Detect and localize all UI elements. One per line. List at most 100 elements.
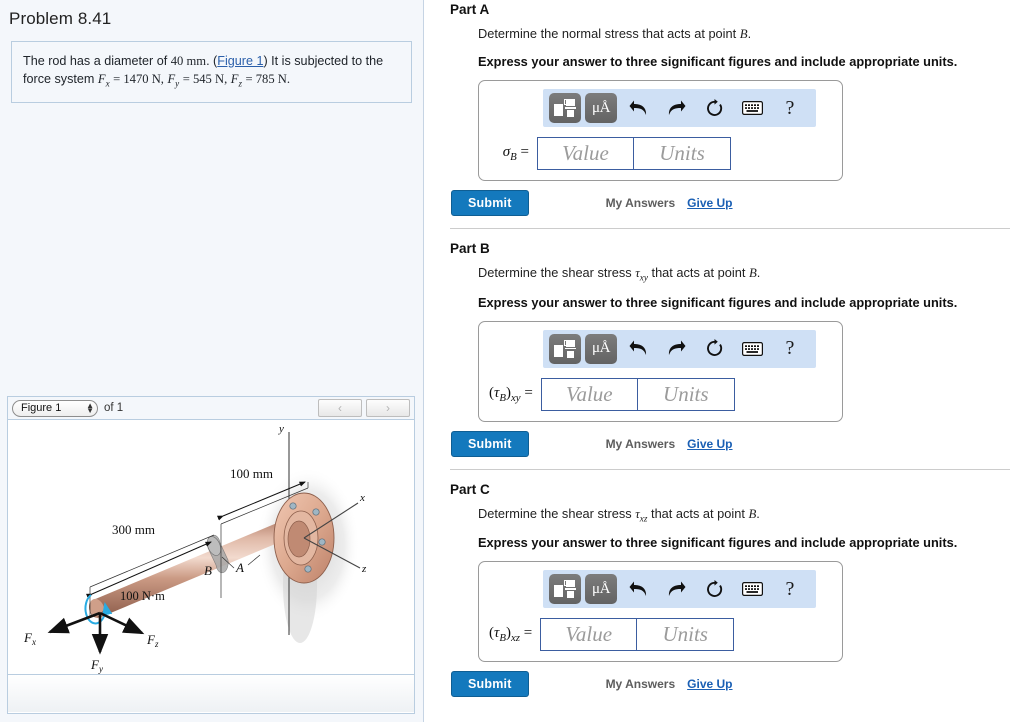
part-a-give-up-link[interactable]: Give Up (687, 196, 732, 210)
help-icon[interactable]: ? (773, 334, 807, 364)
axis-label-y: y (278, 423, 284, 435)
figure-canvas: y x z 100 mm 300 mm B A 100 N·m Fx Fy Fz (8, 420, 414, 674)
part-a-answer-label: σB = (489, 144, 537, 163)
part-b-heading: Part B (450, 241, 490, 256)
part-a-submit-button[interactable]: Submit (451, 190, 529, 216)
part-a-express-note: Express your answer to three significant… (478, 54, 958, 69)
figure-footer (8, 674, 414, 712)
part-b-toolbar: μÅ ? (543, 329, 816, 368)
dimension-100mm-label: 100 mm (230, 466, 273, 481)
part-c-submit-button[interactable]: Submit (451, 671, 529, 698)
figure-select[interactable]: Figure 1 ▲ ▼ (12, 399, 98, 417)
greek-units-icon[interactable]: μÅ (585, 93, 617, 123)
part-a-question-post: . (747, 26, 752, 41)
reset-icon[interactable] (697, 93, 731, 123)
figure-next-button[interactable]: › (366, 399, 410, 417)
undo-icon[interactable] (621, 334, 655, 364)
part-c: Part C Determine the shear stress τxz th… (450, 480, 1022, 698)
problem-statement-box: The rod has a diameter of 40 mm. (Figure… (11, 41, 412, 104)
rod-diagram-svg: y x z 100 mm 300 mm B A 100 N·m Fx Fy Fz (23, 423, 367, 674)
part-b-submit-button[interactable]: Submit (451, 430, 529, 457)
figure-widget: Figure 1 ▲ ▼ of 1 ‹ › y x z 100 mm 300 m… (7, 396, 415, 714)
fx-subscript: x (105, 78, 110, 89)
part-a: Part A Determine the normal stress that … (450, 0, 1022, 216)
part-b-symbol-sub2: xy (510, 391, 521, 404)
part-c-give-up-link[interactable]: Give Up (687, 677, 732, 691)
part-b-question: Determine the shear stress τxy that acts… (478, 265, 1022, 283)
axis-label-z: z (361, 563, 367, 575)
redo-icon[interactable] (659, 93, 693, 123)
part-a-my-answers-link[interactable]: My Answers (606, 196, 676, 210)
part-c-heading: Part C (450, 481, 490, 497)
part-c-submit-row: Submit My Answers Give Up (451, 671, 1022, 698)
left-panel: Problem 8.41 The rod has a diameter of 4… (0, 0, 424, 722)
problem-statement-text: The rod has a diameter of 40 mm. (Figure… (23, 54, 384, 89)
part-b-tau-sub: xy (639, 272, 648, 283)
math-template-icon[interactable] (549, 93, 581, 123)
part-a-point: B (739, 27, 748, 41)
reset-icon[interactable] (697, 334, 731, 364)
part-b-answer-box: μÅ ? (τB)xy = Value Units (478, 320, 843, 422)
figure-toolbar: Figure 1 ▲ ▼ of 1 ‹ › (8, 397, 414, 420)
part-c-value-input[interactable]: Value (540, 618, 638, 652)
part-b-point: B (748, 266, 757, 280)
part-b-question-post: . (756, 265, 761, 280)
part-b-give-up-link[interactable]: Give Up (687, 437, 732, 451)
point-a-label: A (235, 560, 244, 575)
part-c-answer-box: μÅ ? (τB)xz = Value Units (478, 561, 843, 663)
part-c-my-answers-link[interactable]: My Answers (606, 677, 676, 691)
reset-icon[interactable] (697, 574, 731, 604)
greek-units-icon[interactable]: μÅ (585, 333, 617, 364)
statement-pre: The rod has a diameter of (23, 54, 171, 68)
redo-icon[interactable] (659, 574, 693, 604)
fy-value: = 545 N, (182, 71, 228, 86)
part-c-question-pre: Determine the shear stress (478, 505, 636, 521)
undo-icon[interactable] (621, 574, 655, 604)
part-c-units-input[interactable]: Units (637, 618, 735, 652)
part-b-answer-row: (τB)xy = Value Units (489, 377, 832, 411)
part-b-value-input[interactable]: Value (540, 377, 638, 411)
part-a-equals: = (520, 144, 529, 160)
keyboard-icon[interactable] (735, 93, 769, 123)
math-template-icon[interactable] (549, 574, 581, 605)
fz-subscript: z (238, 78, 242, 89)
flange-bolt (318, 538, 326, 546)
part-c-answer-label: (τB)xz = (489, 625, 533, 645)
redo-icon[interactable] (659, 334, 693, 364)
part-c-question: Determine the shear stress τxz that acts… (478, 506, 1022, 524)
part-a-answer-box: μÅ ? σB = Value Units (478, 80, 843, 181)
part-a-units-input[interactable]: Units (634, 137, 731, 170)
help-icon[interactable]: ? (773, 93, 807, 123)
figure-1-link[interactable]: Figure 1 (217, 54, 263, 68)
part-b-units-input[interactable]: Units (637, 377, 735, 411)
page-title: Problem 8.41 (9, 9, 112, 28)
diameter-value: 40 (170, 54, 184, 68)
part-c-symbol-sub: B (499, 632, 506, 645)
part-c-question-mid: that acts at point (647, 505, 749, 521)
greek-units-icon[interactable]: μÅ (585, 574, 617, 605)
divider-a-b (450, 228, 1010, 229)
part-b-submit-row: Submit My Answers Give Up (451, 430, 1022, 457)
part-b-answer-label: (τB)xy = (489, 384, 533, 404)
part-b-equals: = (524, 384, 533, 401)
part-b-my-answers-link[interactable]: My Answers (606, 437, 676, 451)
part-a-question: Determine the normal stress that acts at… (478, 26, 1022, 42)
keyboard-icon[interactable] (735, 574, 769, 604)
force-z-label: Fz (146, 632, 159, 649)
fy-subscript: y (175, 78, 180, 89)
torque-label: 100 N·m (120, 589, 165, 603)
keyboard-icon[interactable] (735, 334, 769, 364)
part-a-value-input[interactable]: Value (537, 137, 634, 170)
part-a-question-pre: Determine the normal stress that acts at… (478, 26, 740, 41)
math-template-icon[interactable] (549, 333, 581, 364)
part-b-symbol-sub: B (499, 391, 506, 404)
help-icon[interactable]: ? (773, 574, 807, 604)
figure-prev-button[interactable]: ‹ (318, 399, 362, 417)
undo-icon[interactable] (621, 93, 655, 123)
part-c-answer-row: (τB)xz = Value Units (489, 618, 832, 652)
flange-bolt (304, 565, 312, 573)
part-a-heading: Part A (450, 2, 490, 17)
force-z-arrow (99, 611, 145, 635)
force-y-label: Fy (90, 657, 103, 674)
fx-symbol: F (97, 71, 106, 86)
